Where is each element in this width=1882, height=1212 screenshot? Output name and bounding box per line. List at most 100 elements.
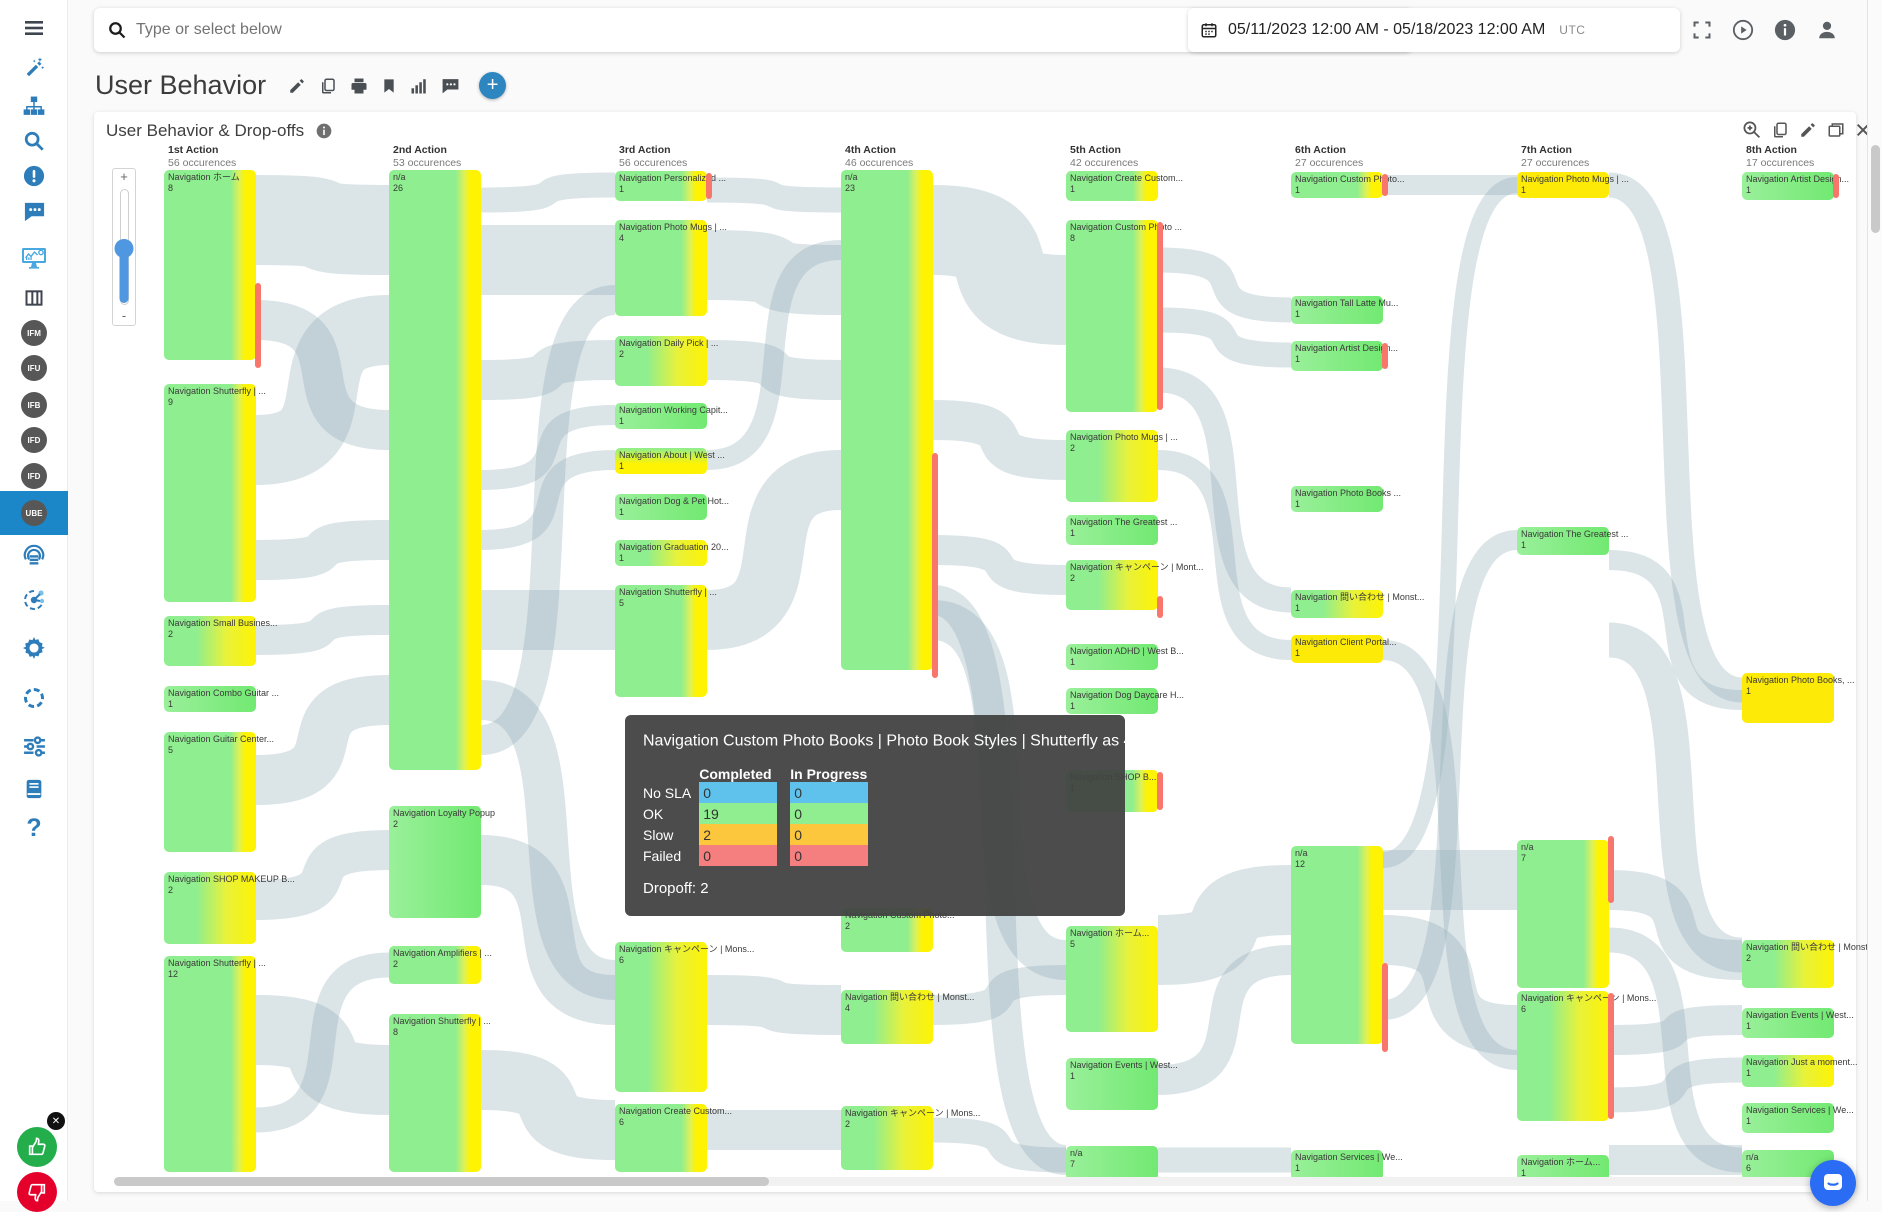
bookmark-icon[interactable]	[381, 77, 397, 95]
zoom-handle[interactable]	[115, 239, 134, 258]
horizontal-scrollbar[interactable]	[114, 1177, 1850, 1186]
sankey-node[interactable]: Navigation Photo Books ...1	[1291, 486, 1383, 512]
zoom-in-icon[interactable]	[1742, 120, 1761, 139]
thumbs-down-button[interactable]	[17, 1172, 57, 1212]
sidebar-item-ifm[interactable]: IFM	[0, 313, 68, 353]
sankey-node[interactable]: n/a7	[1066, 1146, 1158, 1180]
sankey-node[interactable]: Navigation キャンペーン | Mont...2	[1066, 560, 1158, 610]
sankey-node[interactable]: n/a7	[1517, 840, 1609, 988]
sidebar-search-icon[interactable]	[0, 121, 68, 161]
horizontal-scroll-thumb[interactable]	[114, 1177, 769, 1186]
zoom-out-button[interactable]: -	[122, 309, 126, 325]
sankey-node[interactable]: Navigation Create Custom...1	[1066, 171, 1158, 201]
chat-launcher-button[interactable]	[1810, 1160, 1856, 1206]
dismiss-feedback-button[interactable]: ✕	[47, 1112, 65, 1130]
zoom-in-button[interactable]: +	[120, 169, 128, 185]
sankey-node[interactable]: Navigation Services | We...1	[1291, 1150, 1383, 1180]
sankey-node[interactable]: Navigation 問い合わせ | Monst...4	[841, 990, 933, 1044]
sankey-node[interactable]: Navigation Client Portal...1	[1291, 635, 1383, 663]
sankey-node[interactable]: Navigation Shutterfly | ...12	[164, 956, 256, 1172]
sankey-node[interactable]: Navigation Events | West...1	[1742, 1008, 1834, 1038]
sidebar-item-ifu[interactable]: IFU	[0, 348, 68, 388]
sidebar-sliders-icon[interactable]	[0, 726, 68, 766]
sankey-node[interactable]: Navigation Daily Pick | ...2	[615, 336, 707, 386]
edit-panel-icon[interactable]	[1799, 120, 1817, 139]
sankey-node[interactable]: Navigation Dog & Pet Hot...1	[615, 494, 707, 520]
sidebar-monitor-icon[interactable]	[0, 238, 68, 278]
sidebar-book-icon[interactable]	[0, 769, 68, 809]
edit-icon[interactable]	[288, 77, 306, 95]
vertical-scrollbar[interactable]	[1867, 0, 1882, 1201]
sidebar-broadcast-icon[interactable]	[0, 535, 68, 575]
sankey-node[interactable]: n/a23	[841, 170, 933, 670]
sidebar-menu-icon[interactable]	[0, 8, 68, 48]
play-button[interactable]	[1732, 19, 1754, 41]
comment-icon[interactable]	[441, 76, 460, 95]
sankey-node[interactable]: Navigation Create Custom...6	[615, 1104, 707, 1172]
sankey-node[interactable]: Navigation 問い合わせ | Monst...1	[1291, 590, 1383, 618]
sankey-node[interactable]: Navigation Photo Mugs | ...4	[615, 220, 707, 316]
date-range-picker[interactable]: 05/11/2023 12:00 AM - 05/18/2023 12:00 A…	[1188, 8, 1680, 52]
thumbs-up-button[interactable]	[17, 1127, 57, 1167]
copy-icon[interactable]	[319, 77, 337, 95]
panel-info-icon[interactable]	[316, 123, 332, 139]
sankey-node[interactable]: Navigation Shutterfly | ...8	[389, 1014, 481, 1172]
sankey-node[interactable]: Navigation About | West ...1	[615, 448, 707, 474]
sidebar-sitemap-icon[interactable]	[0, 86, 68, 126]
sankey-node[interactable]: Navigation Loyalty Popup2	[389, 806, 481, 918]
sankey-node[interactable]: Navigation Dog Daycare H...1	[1066, 688, 1158, 714]
user-button[interactable]	[1816, 19, 1838, 41]
sankey-node[interactable]: Navigation Photo Books, ...1	[1742, 673, 1834, 723]
sankey-node[interactable]: Navigation キャンペーン | Mons...2	[841, 1106, 933, 1170]
sankey-node[interactable]: Navigation Artist Design...1	[1291, 341, 1383, 371]
sankey-node[interactable]: Navigation Artist Design...1	[1742, 172, 1834, 200]
sankey-node[interactable]: Navigation Amplifiers | ...2	[389, 946, 481, 984]
sankey-node[interactable]: Navigation 問い合わせ | Monst...2	[1742, 940, 1834, 988]
sidebar-chat-icon[interactable]	[0, 191, 68, 231]
sankey-node[interactable]: Navigation Photo Mugs | ...1	[1517, 172, 1609, 198]
sankey-node[interactable]: Navigation Just a moment...1	[1742, 1055, 1834, 1087]
sankey-node[interactable]: Navigation Shutterfly | ...5	[615, 585, 707, 697]
sankey-node[interactable]: Navigation Custom Photo...1	[1291, 172, 1383, 198]
sankey-node[interactable]: Navigation The Greatest ...1	[1066, 515, 1158, 545]
sidebar-share-icon[interactable]	[0, 580, 68, 620]
sankey-node[interactable]: Navigation Guitar Center...5	[164, 732, 256, 852]
sankey-node[interactable]: Navigation Shutterfly | ...9	[164, 384, 256, 602]
sidebar-item-ifd[interactable]: IFD	[0, 420, 68, 460]
print-icon[interactable]	[350, 77, 368, 95]
sankey-node[interactable]: n/a12	[1291, 846, 1383, 1044]
sankey-node[interactable]: n/a26	[389, 170, 481, 770]
sankey-node[interactable]: Navigation Graduation 20...1	[615, 540, 707, 566]
sankey-node[interactable]: Navigation Tall Latte Mu...1	[1291, 296, 1383, 324]
sankey-node[interactable]: Navigation ホーム...5	[1066, 926, 1158, 1032]
sidebar-item-ifd[interactable]: IFD	[0, 456, 68, 496]
sankey-node[interactable]: Navigation Services | We...1	[1742, 1103, 1834, 1133]
sidebar-dashed-icon[interactable]	[0, 678, 68, 718]
sankey-node[interactable]: Navigation キャンペーン | Mons...6	[615, 942, 707, 1092]
sankey-node[interactable]: Navigation Working Capit...1	[615, 403, 707, 429]
sidebar-gear-icon[interactable]	[0, 628, 68, 668]
sidebar-item-ube-active[interactable]: UBE	[0, 491, 68, 535]
sankey-node[interactable]: Navigation Events | West...1	[1066, 1058, 1158, 1110]
zoom-slider[interactable]: + -	[112, 168, 136, 326]
sidebar-alert-icon[interactable]	[0, 156, 68, 196]
sankey-node[interactable]: Navigation SHOP MAKEUP B...2	[164, 872, 256, 944]
vertical-scroll-thumb[interactable]	[1871, 145, 1880, 233]
sankey-node[interactable]: Navigation Custom Photo ...8	[1066, 220, 1158, 412]
bar-chart-icon[interactable]	[410, 77, 428, 95]
info-button[interactable]	[1774, 19, 1796, 41]
sankey-node[interactable]: Navigation Personalized ...1	[615, 171, 707, 201]
duplicate-icon[interactable]	[1771, 120, 1789, 139]
sankey-node[interactable]: Navigation ADHD | West B...1	[1066, 644, 1158, 670]
sankey-node[interactable]: Navigation ホーム8	[164, 170, 256, 360]
sidebar-columns-icon[interactable]	[0, 278, 68, 318]
sankey-node[interactable]: Navigation キャンペーン | Mons...6	[1517, 991, 1609, 1121]
sankey-node[interactable]: Navigation Small Busines...2	[164, 616, 256, 666]
add-widget-button[interactable]: +	[479, 72, 506, 99]
sidebar-wand-icon[interactable]	[0, 47, 68, 87]
sankey-node[interactable]: Navigation Combo Guitar ...1	[164, 686, 256, 712]
sidebar-help-icon[interactable]: ?	[0, 808, 68, 848]
sidebar-item-ifb[interactable]: IFB	[0, 385, 68, 425]
fullscreen-button[interactable]	[1692, 20, 1712, 40]
sankey-node[interactable]: Navigation The Greatest ...1	[1517, 527, 1609, 555]
